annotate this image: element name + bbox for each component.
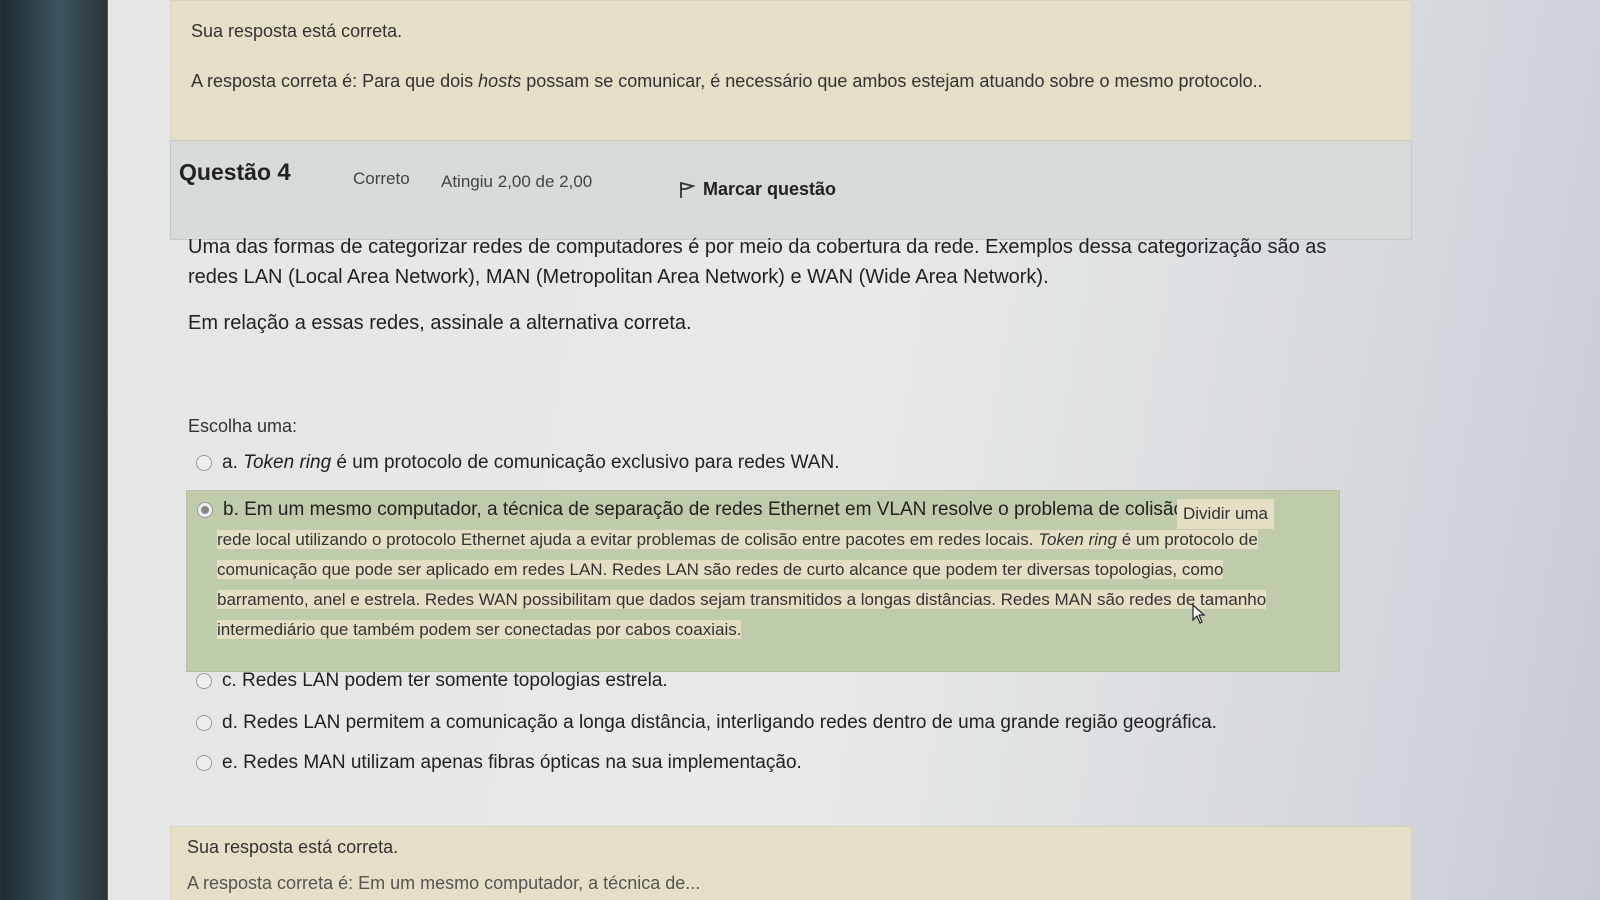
radio-option-b[interactable]	[197, 502, 213, 518]
option-b[interactable]: b. Em um mesmo computador, a técnica de …	[197, 499, 1221, 522]
question-grade: Atingiu 2,00 de 2,00	[441, 172, 593, 191]
cursor-icon	[1192, 603, 1206, 629]
radio-option-a[interactable]	[196, 455, 212, 471]
selected-answer-block: b. Em um mesmo computador, a técnica de …	[186, 490, 1340, 672]
question-title: Questão 4	[179, 159, 291, 187]
question-paragraph-1: Uma das formas de categorizar redes de c…	[188, 236, 1327, 288]
flag-question-label: Marcar questão	[703, 179, 837, 199]
answer-suffix: possam se comunicar, é necessário que am…	[521, 71, 1263, 91]
option-e-label: e. Redes MAN utilizam apenas fibras ópti…	[222, 752, 802, 773]
answer-italic: hosts	[478, 71, 522, 91]
flag-icon	[679, 181, 695, 199]
feedback-status-bottom: Sua resposta está correta.	[187, 837, 399, 857]
specific-feedback-italic: Token ring	[1038, 530, 1117, 549]
option-a[interactable]: a. Token ring é um protocolo de comunica…	[196, 452, 839, 474]
feedback-panel-bottom: Sua resposta está correta. A resposta co…	[170, 826, 1412, 900]
specific-feedback-start: Dividir uma	[1177, 499, 1275, 529]
choose-label: Escolha uma:	[188, 416, 298, 436]
correct-answer-text: A resposta correta é: Para que dois host…	[191, 71, 1263, 92]
option-c-label: c. Redes LAN podem ter somente topologia…	[222, 670, 668, 691]
flag-question-button[interactable]: Marcar questão	[679, 179, 836, 200]
radio-option-c[interactable]	[196, 673, 212, 689]
option-b-label: b. Em um mesmo computador, a técnica de …	[223, 499, 1190, 520]
question-paragraph-2: Em relação a essas redes, assinale a alt…	[188, 312, 692, 334]
option-e[interactable]: e. Redes MAN utilizam apenas fibras ópti…	[196, 752, 802, 774]
specific-feedback-part1: rede local utilizando o protocolo Ethern…	[217, 530, 1039, 549]
option-a-label: a. Token ring é um protocolo de comunica…	[222, 452, 839, 474]
question-state: Correto	[353, 169, 410, 188]
radio-option-d[interactable]	[196, 715, 212, 731]
feedback-panel: Sua resposta está correta. A resposta co…	[170, 0, 1412, 144]
correct-answer-bottom: A resposta correta é: Em um mesmo comput…	[187, 873, 701, 893]
answer-prefix: A resposta correta é: Para que dois	[191, 71, 479, 91]
radio-option-e[interactable]	[196, 755, 212, 771]
specific-feedback: Dividir uma rede local utilizando o prot…	[217, 499, 1307, 645]
option-a-italic: Token ring	[243, 452, 332, 473]
question-title-word: Questão	[179, 159, 272, 185]
question-text: Uma das formas de categorizar redes de c…	[188, 232, 1368, 335]
option-a-suffix: é um protocolo de comunicação exclusivo …	[331, 452, 840, 473]
feedback-status: Sua resposta está correta.	[191, 21, 403, 41]
option-d[interactable]: d. Redes LAN permitem a comunicação a lo…	[196, 712, 1217, 734]
option-d-label: d. Redes LAN permitem a comunicação a lo…	[222, 712, 1217, 733]
option-c[interactable]: c. Redes LAN podem ter somente topologia…	[196, 670, 668, 692]
question-number: 4	[277, 159, 291, 186]
option-a-prefix: a.	[222, 452, 244, 473]
specific-feedback-text: rede local utilizando o protocolo Ethern…	[217, 530, 1267, 639]
question-header: Questão 4 Correto Atingiu 2,00 de 2,00 M…	[170, 140, 1412, 240]
